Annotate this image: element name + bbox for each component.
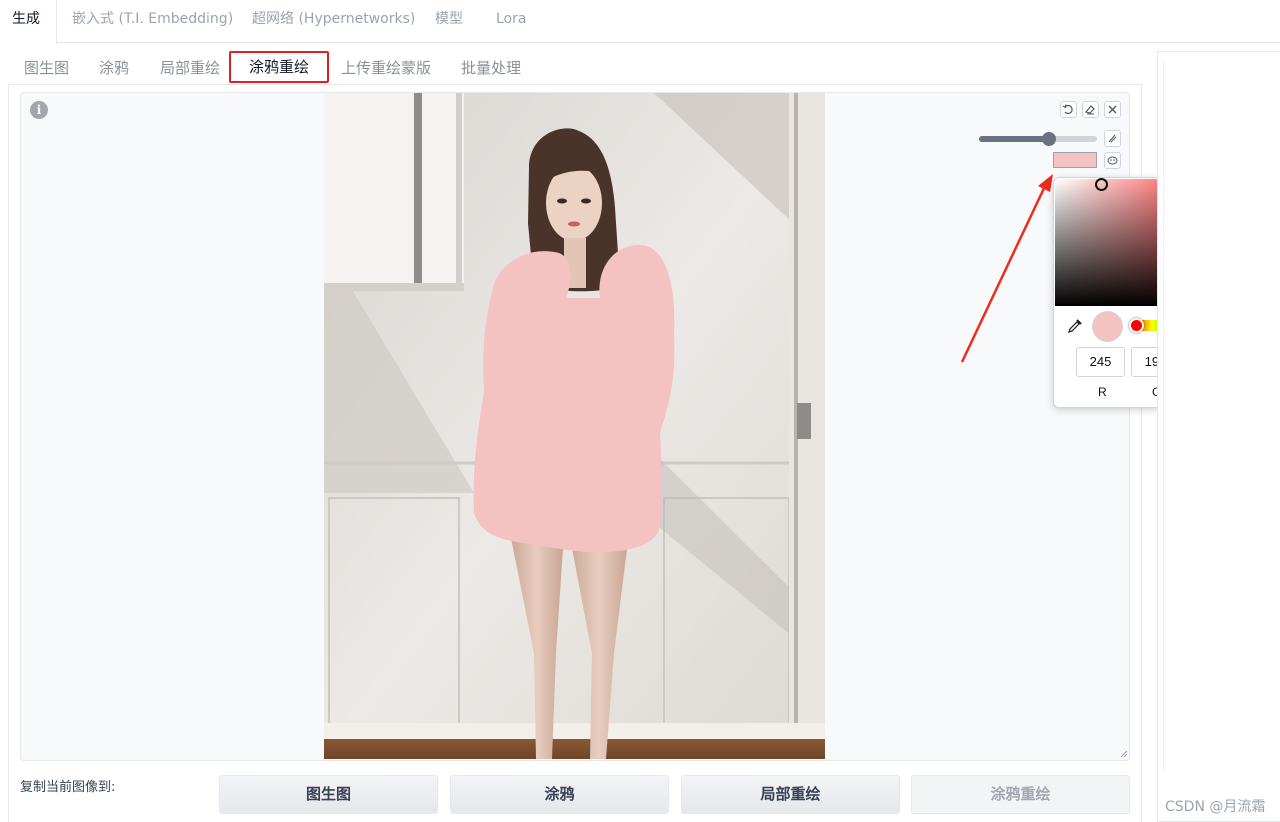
- saturation-cursor[interactable]: [1095, 178, 1108, 191]
- brush-size-slider-fill: [979, 136, 1049, 142]
- info-icon[interactable]: i: [30, 101, 48, 119]
- subtab-sketch[interactable]: 涂鸦: [99, 54, 129, 84]
- color-preview-dot: [1092, 311, 1123, 342]
- canvas-image[interactable]: [324, 93, 825, 759]
- resize-grip-icon[interactable]: [1120, 750, 1128, 758]
- undo-icon[interactable]: [1060, 101, 1077, 118]
- annotation-arrow: [960, 174, 1053, 363]
- copy-image-to-label: 复制当前图像到:: [20, 780, 116, 795]
- tab-models[interactable]: 模型: [423, 0, 475, 43]
- subtab-img2img[interactable]: 图生图: [24, 54, 69, 84]
- brush-size-slider-thumb[interactable]: [1042, 132, 1056, 146]
- tab-hypernetworks[interactable]: 超网络 (Hypernetworks): [240, 0, 427, 43]
- send-to-sketch-button[interactable]: 涂鸦: [450, 775, 669, 814]
- palette-icon[interactable]: [1104, 152, 1121, 169]
- subtab-batch[interactable]: 批量处理: [461, 54, 521, 84]
- tab-generate[interactable]: 生成: [0, 0, 57, 44]
- close-icon[interactable]: [1104, 101, 1121, 118]
- subtab-inpaint-sketch[interactable]: 涂鸦重绘: [229, 51, 330, 83]
- hue-slider-thumb[interactable]: [1129, 318, 1144, 333]
- eyedropper-icon[interactable]: [1066, 317, 1084, 335]
- brush-icon[interactable]: [1104, 130, 1121, 147]
- eraser-icon[interactable]: [1082, 101, 1099, 118]
- red-input[interactable]: 245: [1076, 347, 1125, 377]
- send-to-inpaint-button[interactable]: 局部重绘: [681, 775, 900, 814]
- watermark: CSDN @月流霜: [1165, 799, 1266, 815]
- top-tab-bar: 生成 嵌入式 (T.I. Embedding) 超网络 (Hypernetwor…: [0, 0, 1280, 44]
- tab-lora[interactable]: Lora: [484, 0, 538, 43]
- tab-embedding[interactable]: 嵌入式 (T.I. Embedding): [60, 0, 245, 43]
- send-to-img2img-button[interactable]: 图生图: [219, 775, 438, 814]
- subtab-inpaint-upload[interactable]: 上传重绘蒙版: [341, 54, 431, 84]
- brush-color-swatch[interactable]: [1053, 152, 1097, 168]
- red-label: R: [1098, 385, 1107, 399]
- output-gallery: [1163, 59, 1280, 772]
- send-to-inpaint-sketch-button[interactable]: 涂鸦重绘: [911, 775, 1130, 814]
- subtab-inpaint[interactable]: 局部重绘: [160, 54, 220, 84]
